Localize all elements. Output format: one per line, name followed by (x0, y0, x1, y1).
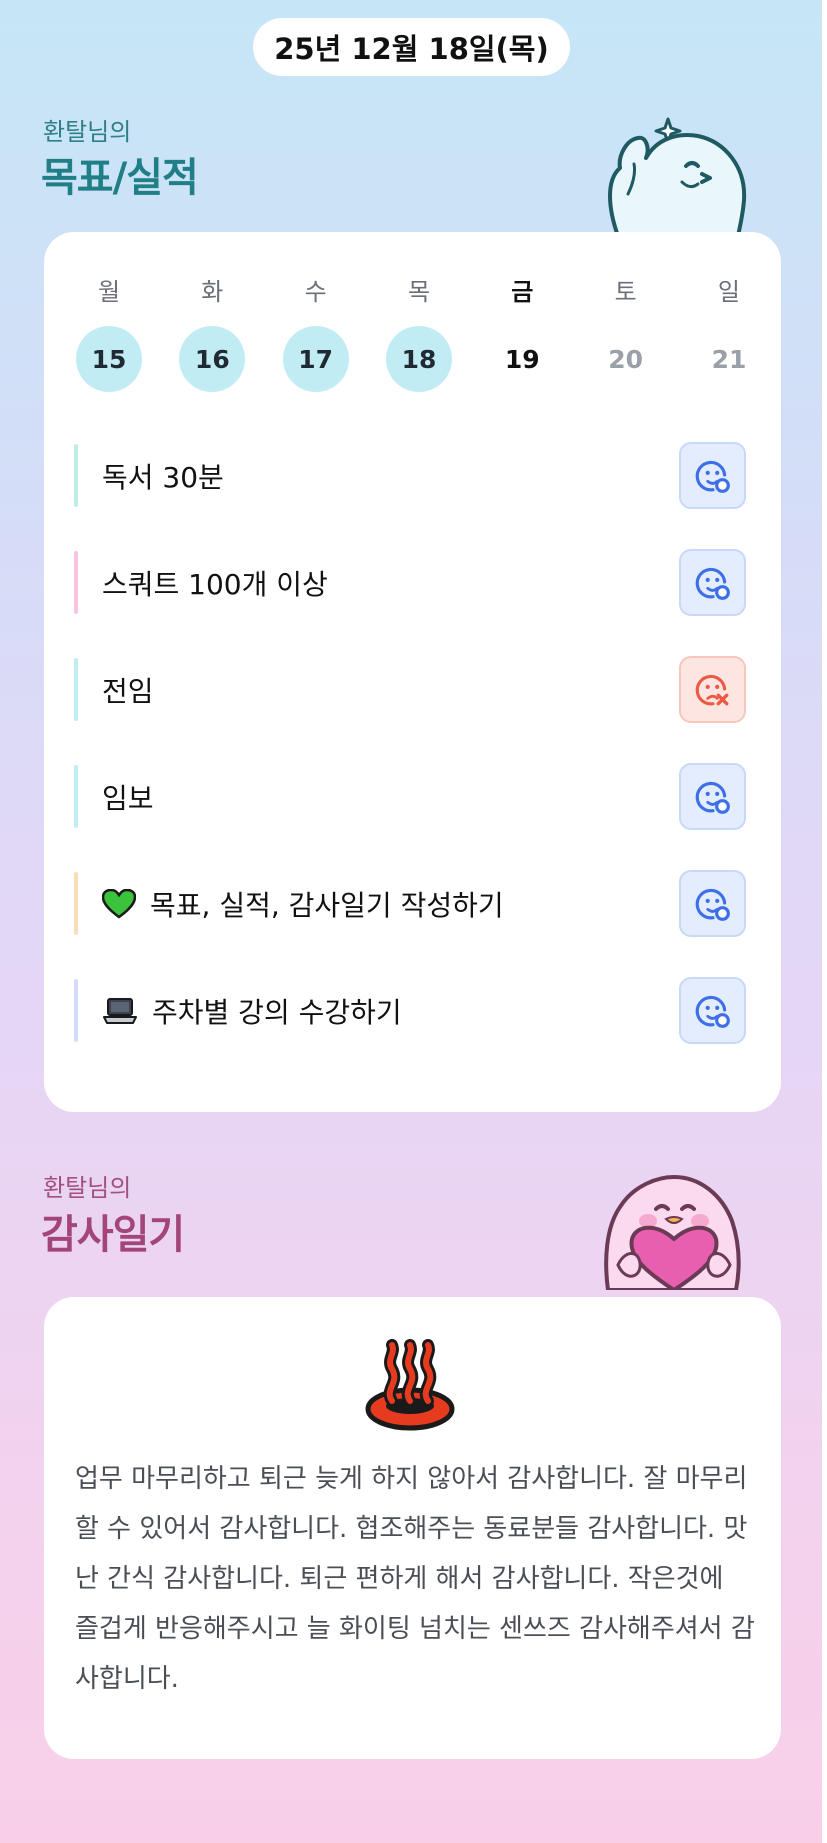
goal-color-bar (74, 551, 78, 614)
goal-item[interactable]: 목표, 실적, 감사일기 작성하기 (74, 870, 754, 937)
goal-item[interactable]: 독서 30분 (74, 442, 754, 509)
diary-subtitle: 환탈님의 (43, 1174, 132, 1202)
pink-mascot-illustration (604, 1175, 741, 1290)
diary-card: 업무 마무리하고 퇴근 늦게 하지 않아서 감사합니다. 잘 마무리 할 수 있… (44, 1297, 781, 1759)
weekday-label: 금 (511, 278, 534, 306)
weekday-21[interactable]: 일 21 (696, 272, 762, 392)
weekday-label: 월 (97, 278, 121, 306)
goals-title: 목표/실적 (41, 155, 199, 201)
goal-item[interactable]: 전임 (74, 656, 754, 723)
goal-item[interactable]: 주차별 강의 수강하기 (74, 977, 754, 1044)
goal-label-wrap: 주차별 강의 수강하기 (102, 991, 402, 1031)
weekday-label: 목 (407, 278, 431, 306)
weekday-date: 20 (608, 344, 644, 374)
laptop-icon (102, 997, 138, 1025)
status-success-button[interactable] (679, 549, 746, 616)
goal-label: 독서 30분 (102, 460, 224, 494)
goal-item[interactable]: 임보 (74, 763, 754, 830)
hot-springs-icon (365, 1339, 455, 1431)
goal-list: 독서 30분스쿼트 100개 이상전임임보목표, 실적, 감사일기 작성하기주차… (74, 442, 754, 1084)
goal-label: 목표, 실적, 감사일기 작성하기 (150, 888, 504, 922)
goal-label-wrap: 전임 (102, 670, 154, 710)
goal-color-bar (74, 444, 78, 507)
weekday-16[interactable]: 화 16 (179, 272, 246, 392)
weekday-label: 수 (304, 278, 327, 306)
weekday-date: 18 (385, 326, 452, 392)
weekday-date: 16 (179, 326, 246, 392)
weekday-label: 토 (614, 278, 637, 306)
goal-label: 스쿼트 100개 이상 (102, 567, 328, 601)
weekday-date: 17 (282, 326, 349, 392)
weekday-date: 15 (76, 326, 142, 392)
goal-label: 전임 (102, 674, 154, 708)
status-success-button[interactable] (679, 763, 746, 830)
sad-face-x-icon (694, 671, 732, 709)
ghost-mascot-illustration (608, 117, 747, 236)
goal-color-bar (74, 979, 78, 1042)
smile-face-check-icon (694, 778, 732, 816)
smile-face-check-icon (694, 992, 732, 1030)
goal-color-bar (74, 872, 78, 935)
smile-face-check-icon (694, 885, 732, 923)
weekday-label: 화 (201, 278, 224, 306)
goal-label-wrap: 임보 (102, 777, 154, 817)
weekday-18[interactable]: 목 18 (385, 272, 452, 392)
weekday-label: 일 (717, 278, 741, 306)
smile-face-check-icon (694, 564, 732, 602)
weekday-19[interactable]: 금 19 (489, 272, 555, 392)
goal-label-wrap: 독서 30분 (102, 456, 224, 496)
diary-text: 업무 마무리하고 퇴근 늦게 하지 않아서 감사합니다. 잘 마무리 할 수 있… (75, 1464, 755, 1694)
date-text: 25년 12월 18일(목) (274, 32, 549, 66)
status-success-button[interactable] (679, 870, 746, 937)
goal-color-bar (74, 765, 78, 828)
goal-label-wrap: 목표, 실적, 감사일기 작성하기 (102, 884, 504, 924)
weekday-date: 21 (711, 344, 747, 374)
page: 25년 12월 18일(목) 환탈님의 목표/실적 월 15 화 16 수 17 목 18 금 1… (0, 0, 822, 1843)
weekday-20[interactable]: 토 20 (593, 272, 659, 392)
goal-label: 주차별 강의 수강하기 (152, 995, 402, 1029)
status-success-button[interactable] (679, 442, 746, 509)
goal-item[interactable]: 스쿼트 100개 이상 (74, 549, 754, 616)
status-success-button[interactable] (679, 977, 746, 1044)
status-fail-button[interactable] (679, 656, 746, 723)
weekday-17[interactable]: 수 17 (282, 272, 349, 392)
green-heart-icon (102, 888, 136, 919)
goals-card: 월 15 화 16 수 17 목 18 금 19 토 20 일 21 독서 30분스쿼트 100개 이상전… (44, 232, 781, 1112)
date-pill[interactable]: 25년 12월 18일(목) (253, 18, 570, 76)
goal-label-wrap: 스쿼트 100개 이상 (102, 563, 328, 603)
diary-title: 감사일기 (41, 1212, 185, 1258)
weekday-date: 19 (504, 344, 540, 374)
week-calendar: 월 15 화 16 수 17 목 18 금 19 토 20 일 21 (76, 272, 762, 392)
goals-subtitle: 환탈님의 (43, 118, 132, 146)
smile-face-check-icon (694, 457, 732, 495)
goal-label: 임보 (102, 781, 154, 815)
goal-color-bar (74, 658, 78, 721)
weekday-15[interactable]: 월 15 (76, 272, 142, 392)
